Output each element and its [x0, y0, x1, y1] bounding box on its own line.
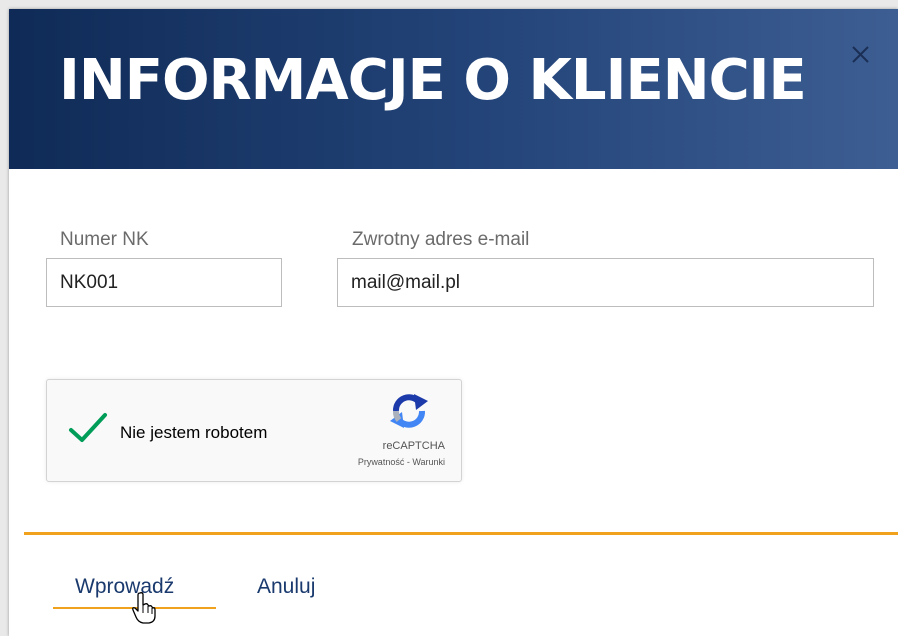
recaptcha-brand: reCAPTCHA — [382, 440, 445, 452]
recaptcha-privacy-terms-links[interactable]: Prywatność - Warunki — [358, 457, 445, 467]
recaptcha-label: Nie jestem robotem — [120, 423, 268, 442]
return-email-label: Zwrotny adres e-mail — [352, 229, 530, 250]
hand-pointer-icon — [131, 591, 157, 630]
dialog-header: INFORMACJE O KLIENCIE — [9, 9, 898, 169]
nk-number-label: Numer NK — [60, 229, 149, 250]
customer-info-dialog: INFORMACJE O KLIENCIE Numer NK Zwrotny a… — [9, 9, 898, 636]
footer-divider — [24, 532, 898, 535]
recaptcha-checkbox[interactable] — [67, 411, 109, 450]
return-email-input[interactable] — [337, 258, 874, 307]
dialog-title: INFORMACJE O KLIENCIE — [59, 48, 807, 113]
cancel-button[interactable]: Anuluj — [257, 575, 315, 599]
close-button[interactable] — [847, 41, 875, 69]
recaptcha-logo-icon — [386, 389, 432, 438]
submit-button[interactable]: Wprowadź — [75, 575, 174, 599]
checkmark-icon — [69, 413, 107, 442]
recaptcha-widget: Nie jestem robotem reCAPTCHA Prywatność … — [46, 379, 462, 482]
close-icon — [852, 46, 869, 63]
nk-number-input[interactable] — [46, 258, 282, 307]
